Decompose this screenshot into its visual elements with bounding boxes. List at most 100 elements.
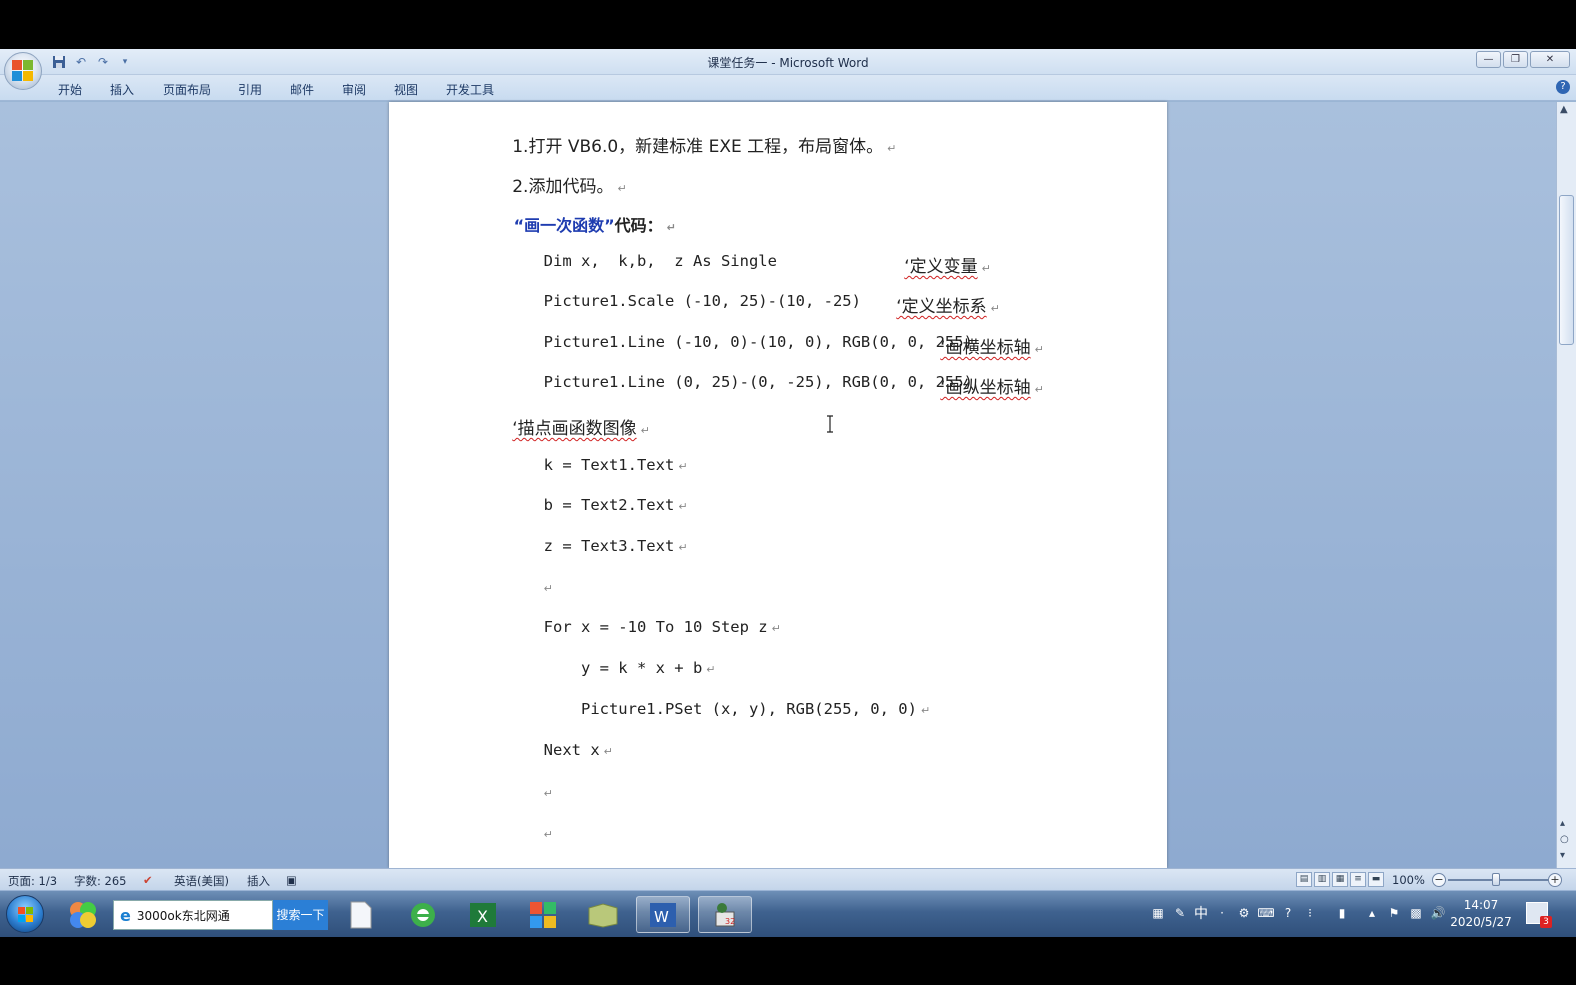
minimize-button[interactable]: — xyxy=(1476,51,1501,68)
clock-date: 2020/5/27 xyxy=(1450,915,1512,929)
comment-draw-y-axis: ‘画纵坐标轴 ↵ xyxy=(940,378,1044,398)
close-button[interactable]: ✕ xyxy=(1530,51,1570,68)
outline-icon[interactable]: ≡ xyxy=(1350,872,1366,887)
proofing-icon[interactable]: ✔ xyxy=(143,873,153,887)
document-icon xyxy=(350,901,372,928)
next-page-icon[interactable]: ▾ xyxy=(1560,850,1565,861)
taskbar-excel[interactable]: X xyxy=(456,896,510,933)
clock[interactable]: 14:07 2020/5/27 xyxy=(1446,897,1516,931)
paragraph-mark: ↵ xyxy=(678,460,688,473)
title-bar: ↶ ↷ ▾ 课堂任务一 - Microsoft Word — ❐ ✕ xyxy=(0,49,1576,75)
puzzle-app-icon xyxy=(530,901,556,928)
taskbar-app3[interactable] xyxy=(576,896,630,933)
status-bar: 页面: 1/3 字数: 265 ✔ 英语(美国) 插入 ▣ ▤ ▥ ▦ ≡ ▬ … xyxy=(0,868,1576,890)
ie-icon: e xyxy=(120,905,131,925)
windows-logo-icon xyxy=(18,907,34,923)
zoom-out-button[interactable]: − xyxy=(1432,873,1446,887)
zoom-slider-thumb[interactable] xyxy=(1492,873,1500,886)
tab-mailings[interactable]: 邮件 xyxy=(290,81,314,98)
action-center-icon[interactable]: ⚑ xyxy=(1386,905,1402,921)
print-layout-icon[interactable]: ▤ xyxy=(1296,872,1312,887)
draft-icon[interactable]: ▬ xyxy=(1368,872,1384,887)
volume-icon[interactable]: 🔊 xyxy=(1430,905,1446,921)
tab-developer[interactable]: 开发工具 xyxy=(446,81,494,98)
macro-record-icon[interactable]: ▣ xyxy=(286,873,297,887)
document-area: 1.打开 VB6.0，新建标准 EXE 工程，布局窗体。 ↵ 2.添加代码。 ↵ “… xyxy=(0,102,1556,868)
battery-icon[interactable]: ▮ xyxy=(1334,905,1350,921)
scroll-up-icon[interactable]: ▲ xyxy=(1560,104,1568,115)
svg-text:X: X xyxy=(477,907,488,926)
language-indicator[interactable]: 英语(美国) xyxy=(174,873,229,889)
softkeyboard-icon[interactable]: ⌨ xyxy=(1257,905,1274,921)
web-layout-icon[interactable]: ▦ xyxy=(1332,872,1348,887)
paragraph-mark: ↵ xyxy=(771,622,781,635)
search-button[interactable]: 搜索一下 xyxy=(273,900,328,930)
word-icon: W xyxy=(650,902,676,927)
paragraph-mark: ↵ xyxy=(640,424,650,437)
full-screen-reading-icon[interactable]: ▥ xyxy=(1314,872,1330,887)
ime-help-icon[interactable]: ? xyxy=(1280,905,1296,921)
network-icon[interactable]: ▩ xyxy=(1408,905,1424,921)
ime-settings-icon[interactable]: ⚙ xyxy=(1236,905,1252,921)
zoom-level[interactable]: 100% xyxy=(1392,873,1425,887)
window-controls: — ❐ ✕ xyxy=(1476,51,1570,68)
scrollbar-thumb[interactable] xyxy=(1559,195,1574,345)
punctuation-icon[interactable]: · xyxy=(1214,905,1230,921)
maximize-button[interactable]: ❐ xyxy=(1503,51,1528,68)
heading-rest: 代码： xyxy=(614,216,663,235)
heading-quote: “画一次函数” xyxy=(513,216,615,235)
paragraph-mark: ↵ xyxy=(543,582,553,595)
taskbar-word[interactable]: W xyxy=(636,896,690,933)
tab-insert[interactable]: 插入 xyxy=(110,81,134,98)
ie-address-text: 3000ok东北网通 xyxy=(136,908,230,923)
tab-page-layout[interactable]: 页面布局 xyxy=(163,81,211,98)
word-window: ↶ ↷ ▾ 课堂任务一 - Microsoft Word — ❐ ✕ 开始 插入… xyxy=(0,49,1576,937)
clock-time: 14:07 xyxy=(1463,898,1499,912)
paragraph-mark: ↵ xyxy=(543,787,553,800)
ie-address-box[interactable]: e 3000ok东北网通 xyxy=(113,900,273,930)
ime-menu-icon[interactable]: ⁝ xyxy=(1302,905,1318,921)
ribbon-tabs: 开始 插入 页面布局 引用 邮件 审阅 视图 开发工具 ? xyxy=(0,75,1576,101)
vb6-icon: 32 xyxy=(715,902,735,926)
paragraph-mark: ↵ xyxy=(678,500,688,513)
svg-text:32: 32 xyxy=(725,917,735,926)
start-button[interactable] xyxy=(6,895,44,933)
text-cursor-icon xyxy=(827,415,833,433)
ime-language[interactable]: 中 xyxy=(1194,903,1208,923)
tab-view[interactable]: 视图 xyxy=(394,81,418,98)
help-icon[interactable]: ? xyxy=(1556,80,1570,94)
vertical-scrollbar[interactable]: ▲ ▴ ○ ▾ xyxy=(1556,102,1576,868)
paragraph-mark: ↵ xyxy=(706,663,716,676)
insert-mode[interactable]: 插入 xyxy=(247,873,270,889)
zoom-in-button[interactable]: + xyxy=(1548,873,1562,887)
paragraph-mark: ↵ xyxy=(603,745,613,758)
system-tray: ▦ ✎ 中 · ⚙ ⌨ ? ⁝ ▮ ▴ ⚑ ▩ 🔊 xyxy=(1150,903,1446,923)
taskbar: e 3000ok东北网通 搜索一下 X W 32 ▦ ✎ 中 · ⚙ ⌨ ? ⁝… xyxy=(0,890,1576,937)
prev-page-icon[interactable]: ▴ xyxy=(1560,818,1565,829)
taskbar-app2[interactable] xyxy=(516,896,570,933)
paragraph-mark: ↵ xyxy=(543,828,553,841)
taskbar-ie[interactable] xyxy=(396,896,450,933)
office-button[interactable] xyxy=(4,52,42,90)
page-count[interactable]: 页面: 1/3 xyxy=(8,873,57,889)
window-title: 课堂任务一 - Microsoft Word xyxy=(707,56,869,70)
taskbar-vb6[interactable]: 32 xyxy=(698,896,752,933)
paragraph-mark: ↵ xyxy=(1034,383,1044,396)
document-page[interactable]: 1.打开 VB6.0，新建标准 EXE 工程，布局窗体。 ↵ 2.添加代码。 ↵ “… xyxy=(389,102,1167,868)
paragraph-mark: ↵ xyxy=(920,704,931,717)
show-hidden-icons-icon[interactable]: ▴ xyxy=(1364,905,1380,921)
paragraph-mark: ↵ xyxy=(678,541,688,554)
empty-line: ↵ xyxy=(469,847,553,868)
tab-review[interactable]: 审阅 xyxy=(342,81,366,98)
tab-references[interactable]: 引用 xyxy=(238,81,262,98)
paragraph-mark: ↵ xyxy=(887,142,897,155)
colorful-app-icon xyxy=(70,901,96,928)
tab-home[interactable]: 开始 xyxy=(58,81,82,98)
taskbar-app-icon[interactable] xyxy=(56,896,110,933)
ime-icon[interactable]: ✎ xyxy=(1172,905,1188,921)
browse-object-icon[interactable]: ○ xyxy=(1560,834,1569,845)
notification-badge: 3 xyxy=(1540,916,1552,928)
word-count[interactable]: 字数: 265 xyxy=(74,873,126,889)
taskbar-notepad[interactable] xyxy=(334,896,388,933)
tray-app-icon[interactable]: ▦ xyxy=(1150,905,1166,921)
